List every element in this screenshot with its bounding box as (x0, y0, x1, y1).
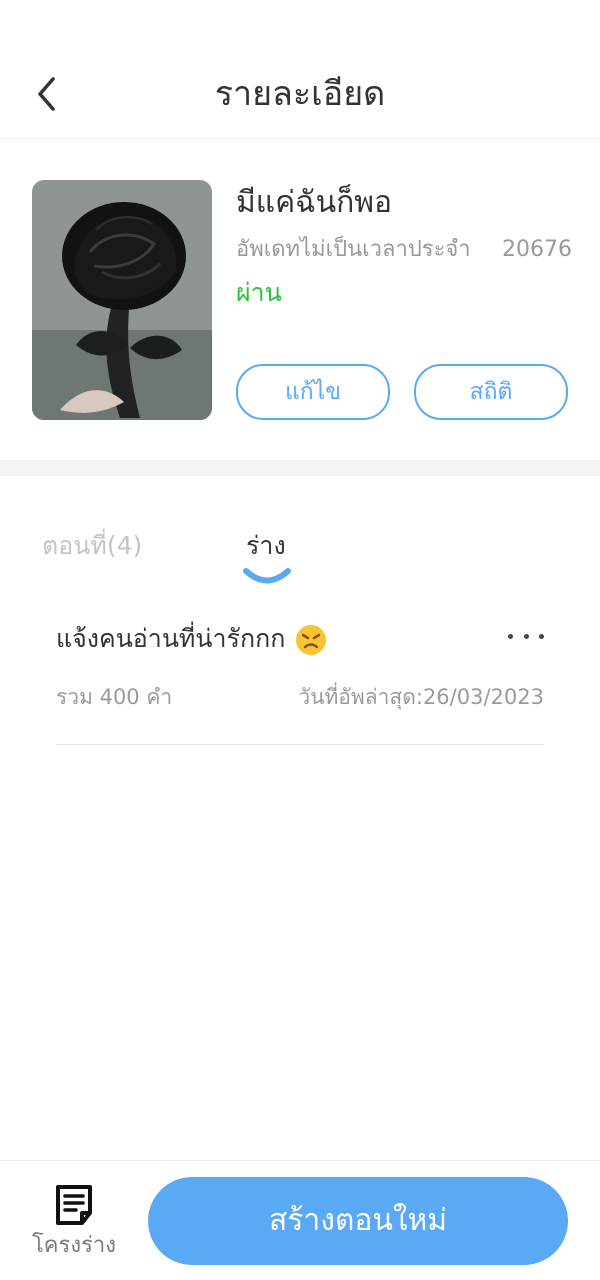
book-cover[interactable] (32, 180, 212, 420)
status-badge: ผ่าน (236, 278, 282, 307)
last-updated: วันที่อัพล่าสุด:26/03/2023 (298, 685, 544, 709)
outline-nav-label: โครงร่าง (31, 1233, 116, 1258)
tab-draft[interactable]: ร่าง (246, 524, 286, 568)
stats-button[interactable]: สถิติ (414, 364, 568, 420)
book-count: 20676 (502, 237, 572, 262)
more-dot-icon (508, 633, 513, 639)
create-new-episode-button[interactable]: สร้างตอนใหม่ (148, 1177, 568, 1265)
angry-face-emoji (296, 625, 327, 655)
more-options-button[interactable] (508, 622, 544, 650)
page-title: รายละเอียด (214, 74, 386, 114)
section-divider (0, 460, 600, 476)
book-meta: อัพเดทไม่เป็นเวลาประจำ 20676 (236, 232, 572, 268)
edit-button[interactable]: แก้ไข (236, 364, 390, 420)
more-dot-icon (539, 633, 544, 639)
word-count: รวม 400 คำ (56, 685, 173, 709)
bottom-bar: โครงร่าง สร้างตอนใหม่ (0, 1160, 600, 1280)
header: รายละเอียด (0, 50, 600, 139)
more-dot-icon (523, 633, 529, 639)
outline-nav-button[interactable]: โครงร่าง (28, 1181, 120, 1273)
draft-detail-page: รายละเอียด มีแค่ฉันก็พอ อัพเดทไม่เป็นเวล… (0, 0, 600, 1280)
draft-title: แจ้งคนอ่านที่น่ารักกก (56, 624, 286, 653)
draft-title-row[interactable]: แจ้งคนอ่านที่น่ารักกก (56, 618, 327, 660)
book-title: มีแค่ฉันก็พอ (236, 185, 393, 220)
black-rose-cover-image (32, 180, 212, 420)
document-lines-icon (56, 1185, 92, 1225)
tab-episodes[interactable]: ตอนที่(4) (42, 524, 142, 568)
active-tab-indicator (243, 568, 291, 584)
list-item[interactable]: แจ้งคนอ่านที่น่ารักกก รวม 400 คำ วันที่อ… (56, 610, 544, 745)
update-schedule: อัพเดทไม่เป็นเวลาประจำ (236, 237, 471, 262)
